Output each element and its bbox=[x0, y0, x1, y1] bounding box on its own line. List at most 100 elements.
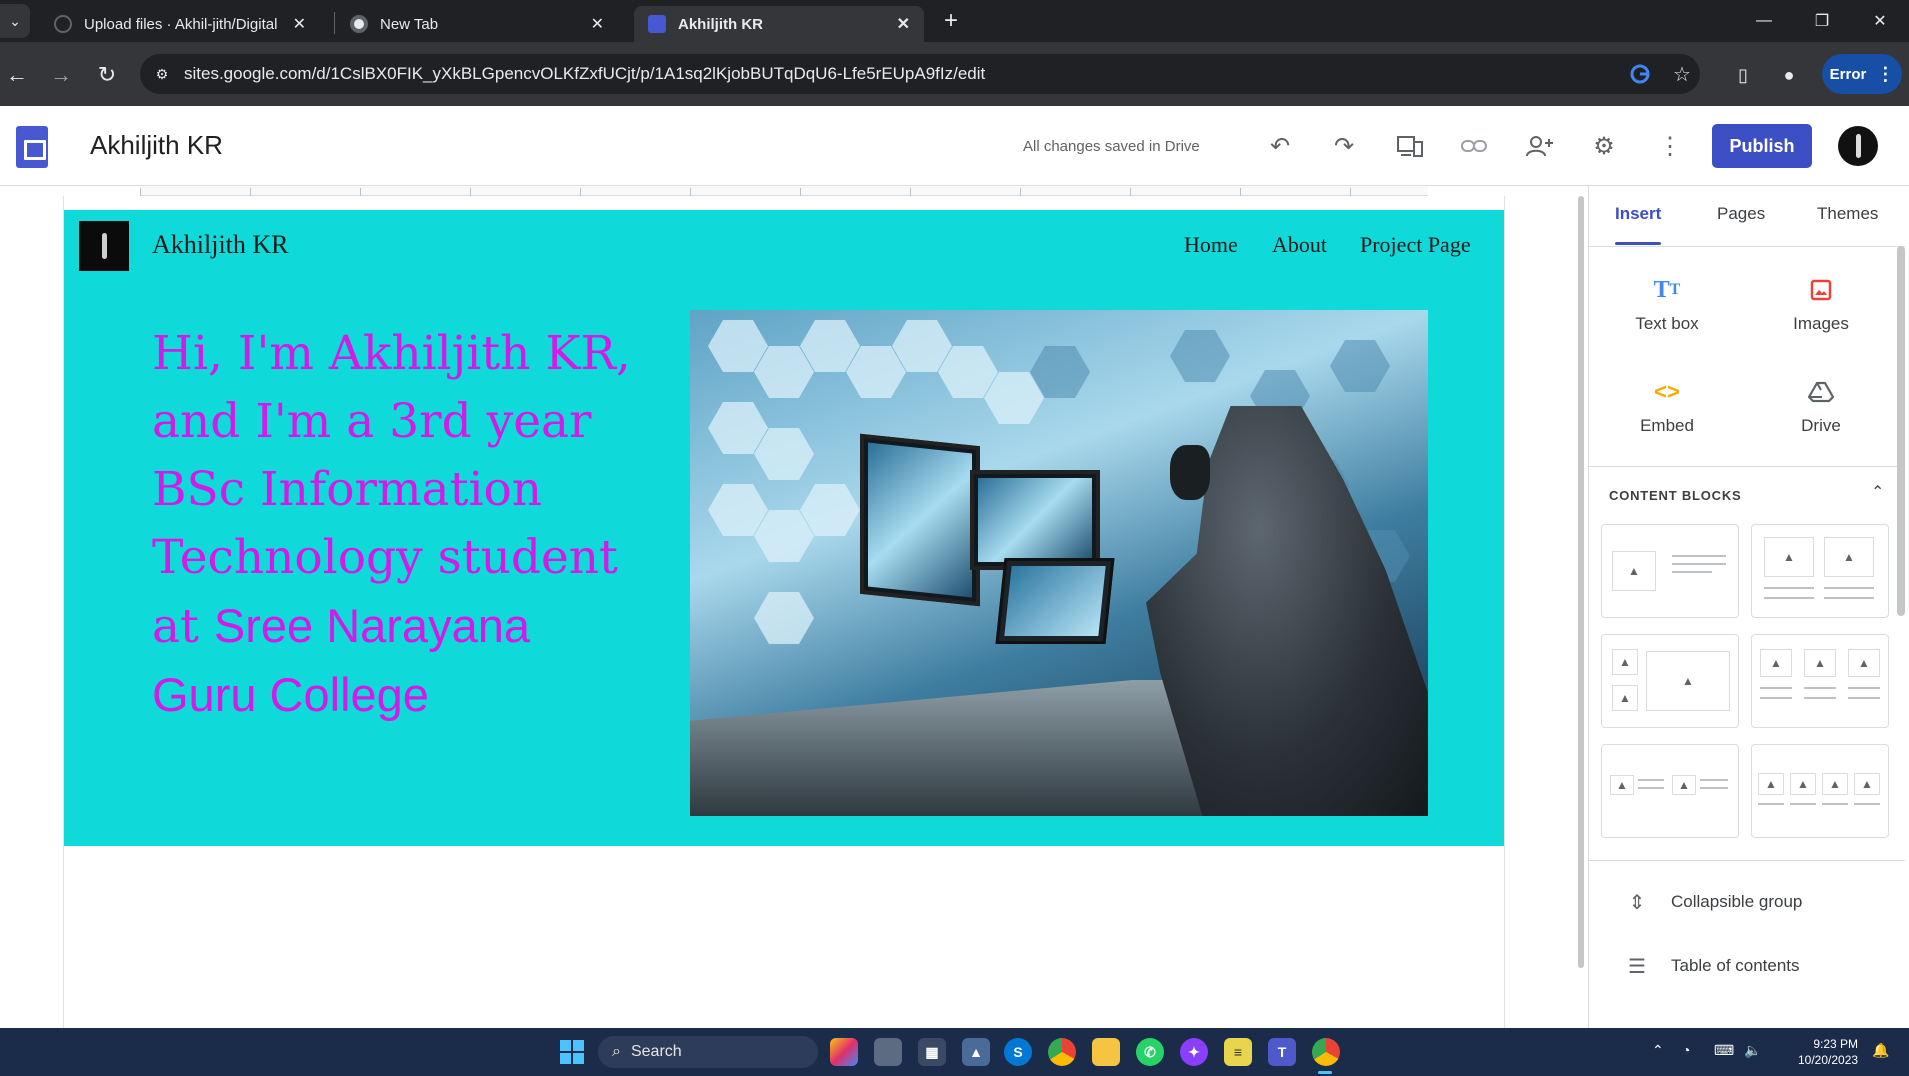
taskbar-app-icon[interactable] bbox=[874, 1038, 902, 1066]
address-bar[interactable]: ⚙ sites.google.com/d/1CslBX0FIK_yXkBLGpe… bbox=[140, 54, 1700, 94]
profile-error-chip[interactable]: Error ⋮ bbox=[1822, 54, 1902, 94]
calculator-icon[interactable]: ▦ bbox=[918, 1038, 946, 1066]
taskbar-search[interactable]: ⌕ Search bbox=[598, 1036, 818, 1068]
chevron-up-icon[interactable]: ⌃ bbox=[1652, 1042, 1664, 1059]
preview-devices-icon[interactable] bbox=[1390, 126, 1430, 166]
chrome-active-icon[interactable] bbox=[1312, 1038, 1340, 1066]
insert-side-panel: Insert Pages Themes TT Text box Images <… bbox=[1588, 186, 1909, 1028]
tabs-divider bbox=[1589, 246, 1905, 247]
clock-date: 10/20/2023 bbox=[1798, 1053, 1859, 1067]
insert-embed[interactable]: <> Embed bbox=[1597, 374, 1737, 436]
insert-item-label: Images bbox=[1793, 314, 1849, 333]
insert-item-label: Embed bbox=[1640, 416, 1694, 435]
chrome-icon[interactable] bbox=[1048, 1038, 1076, 1066]
wifi-icon[interactable]: ◔ bbox=[1682, 1042, 1690, 1058]
panel-scrollbar[interactable] bbox=[1897, 246, 1905, 616]
teams-icon[interactable]: T bbox=[1268, 1038, 1296, 1066]
publish-button[interactable]: Publish bbox=[1712, 124, 1812, 168]
extension-icon[interactable]: ● bbox=[1772, 58, 1806, 92]
content-block-four-images[interactable]: ▲ ▲ ▲ ▲ bbox=[1751, 744, 1889, 838]
github-icon bbox=[54, 15, 72, 33]
close-icon[interactable]: ✕ bbox=[591, 14, 604, 34]
close-icon[interactable]: ✕ bbox=[293, 14, 306, 34]
whatsapp-icon[interactable]: ✆ bbox=[1136, 1038, 1164, 1066]
taskbar-clock[interactable]: 9:23 PM 10/20/2023 bbox=[1798, 1036, 1858, 1068]
redo-icon[interactable]: ↷ bbox=[1324, 126, 1364, 166]
forward-icon[interactable]: → bbox=[44, 58, 78, 92]
notification-bell-icon[interactable]: 🔔 bbox=[1872, 1042, 1889, 1059]
skype-icon[interactable]: S bbox=[1004, 1038, 1032, 1066]
text-box-icon: TT bbox=[1653, 276, 1681, 303]
link-icon[interactable] bbox=[1454, 126, 1494, 166]
content-block-collage[interactable]: ▲ ▲ ▲ bbox=[1601, 634, 1739, 728]
content-block-image-text-pairs[interactable]: ▲ ▲ bbox=[1601, 744, 1739, 838]
share-add-person-icon[interactable] bbox=[1520, 126, 1560, 166]
reload-icon[interactable]: ↻ bbox=[90, 58, 124, 92]
google-sites-logo[interactable] bbox=[16, 126, 48, 168]
tab-pages[interactable]: Pages bbox=[1717, 204, 1765, 224]
collapsible-group-icon: ⇕ bbox=[1628, 891, 1646, 914]
site-title[interactable]: Akhiljith KR bbox=[152, 230, 289, 260]
nav-project-page[interactable]: Project Page bbox=[1360, 232, 1471, 258]
hero-section[interactable]: Akhiljith KR Home About Project Page Hi,… bbox=[64, 210, 1504, 846]
insert-divider bbox=[1589, 466, 1905, 467]
chrome-icon bbox=[350, 15, 368, 33]
nav-home[interactable]: Home bbox=[1184, 232, 1238, 258]
tab-akhiljith-kr[interactable]: Akhiljith KR ✕ bbox=[634, 6, 924, 42]
site-logo-image[interactable] bbox=[79, 221, 129, 271]
insert-text-box[interactable]: TT Text box bbox=[1597, 272, 1737, 334]
tab-new-tab[interactable]: New Tab ✕ bbox=[336, 6, 618, 42]
content-block-two-images[interactable]: ▲ ▲ bbox=[1751, 524, 1889, 618]
insert-table-of-contents[interactable]: ☰ Table of contents bbox=[1623, 952, 1800, 980]
drive-icon bbox=[1751, 374, 1891, 410]
volume-icon[interactable]: 🔈 bbox=[1744, 1042, 1761, 1059]
more-vert-icon[interactable]: ⋮ bbox=[1650, 126, 1690, 166]
undo-icon[interactable]: ↶ bbox=[1260, 126, 1300, 166]
site-info-icon[interactable]: ⚙ bbox=[144, 56, 180, 92]
file-explorer-icon[interactable] bbox=[1092, 1038, 1120, 1066]
save-status: All changes saved in Drive bbox=[1023, 138, 1200, 155]
clock-time: 9:23 PM bbox=[1813, 1037, 1859, 1051]
new-tab-button[interactable]: + bbox=[938, 7, 964, 34]
tab-search-button[interactable]: ⌄ bbox=[0, 4, 30, 38]
taskbar-app-icon[interactable] bbox=[830, 1038, 858, 1066]
tab-upload-files[interactable]: Upload files · Akhil-jith/Digital ✕ bbox=[40, 6, 320, 42]
tab-separator bbox=[334, 12, 335, 34]
tab-themes[interactable]: Themes bbox=[1817, 204, 1878, 224]
image-icon bbox=[1751, 272, 1891, 308]
photos-icon[interactable]: ▲ bbox=[962, 1038, 990, 1066]
close-icon[interactable]: ✕ bbox=[897, 14, 910, 34]
table-of-contents-icon: ☰ bbox=[1628, 955, 1646, 978]
taskbar-search-label: Search bbox=[630, 1043, 682, 1060]
insert-drive[interactable]: Drive bbox=[1751, 374, 1891, 436]
keyboard-icon[interactable]: ⌨ bbox=[1714, 1042, 1734, 1059]
restore-icon[interactable]: ❐ bbox=[1794, 6, 1850, 36]
insert-images[interactable]: Images bbox=[1751, 272, 1891, 334]
hero-image[interactable] bbox=[690, 310, 1428, 816]
chevron-up-icon[interactable]: ⌃ bbox=[1871, 482, 1884, 502]
windows-start-icon[interactable] bbox=[560, 1040, 584, 1064]
back-icon[interactable]: ← bbox=[0, 58, 34, 92]
site-name[interactable]: Akhiljith KR bbox=[90, 130, 223, 161]
nav-about[interactable]: About bbox=[1272, 232, 1327, 258]
hero-heading[interactable]: Hi, I'm Akhiljith KR, and I'm a 3rd year… bbox=[152, 320, 632, 730]
search-icon: ⌕ bbox=[612, 1043, 621, 1060]
settings-gear-icon[interactable]: ⚙ bbox=[1584, 126, 1624, 166]
tab-title: Upload files · Akhil-jith/Digital bbox=[84, 15, 278, 33]
sites-app-bar: Akhiljith KR All changes saved in Drive … bbox=[0, 106, 1909, 186]
content-block-image-text[interactable]: ▲ bbox=[1601, 524, 1739, 618]
messenger-icon[interactable]: ✦ bbox=[1180, 1038, 1208, 1066]
insert-collapsible-group[interactable]: ⇕ Collapsible group bbox=[1623, 888, 1803, 916]
google-lens-icon[interactable] bbox=[1624, 58, 1656, 90]
close-window-icon[interactable]: ✕ bbox=[1852, 6, 1908, 36]
bookmark-star-icon[interactable]: ☆ bbox=[1666, 58, 1698, 90]
side-panel-icon[interactable]: ▯ bbox=[1726, 58, 1760, 92]
content-block-three-images[interactable]: ▲ ▲ ▲ bbox=[1751, 634, 1889, 728]
minimize-icon[interactable]: — bbox=[1736, 6, 1792, 36]
notepad-icon[interactable]: ≡ bbox=[1224, 1038, 1252, 1066]
tab-insert[interactable]: Insert bbox=[1615, 204, 1661, 224]
account-avatar[interactable] bbox=[1838, 126, 1878, 166]
active-tab-indicator bbox=[1615, 242, 1661, 245]
browser-toolbar: ← → ↻ ⚙ sites.google.com/d/1CslBX0FIK_yX… bbox=[0, 42, 1909, 106]
canvas-scrollbar[interactable] bbox=[1576, 196, 1586, 968]
